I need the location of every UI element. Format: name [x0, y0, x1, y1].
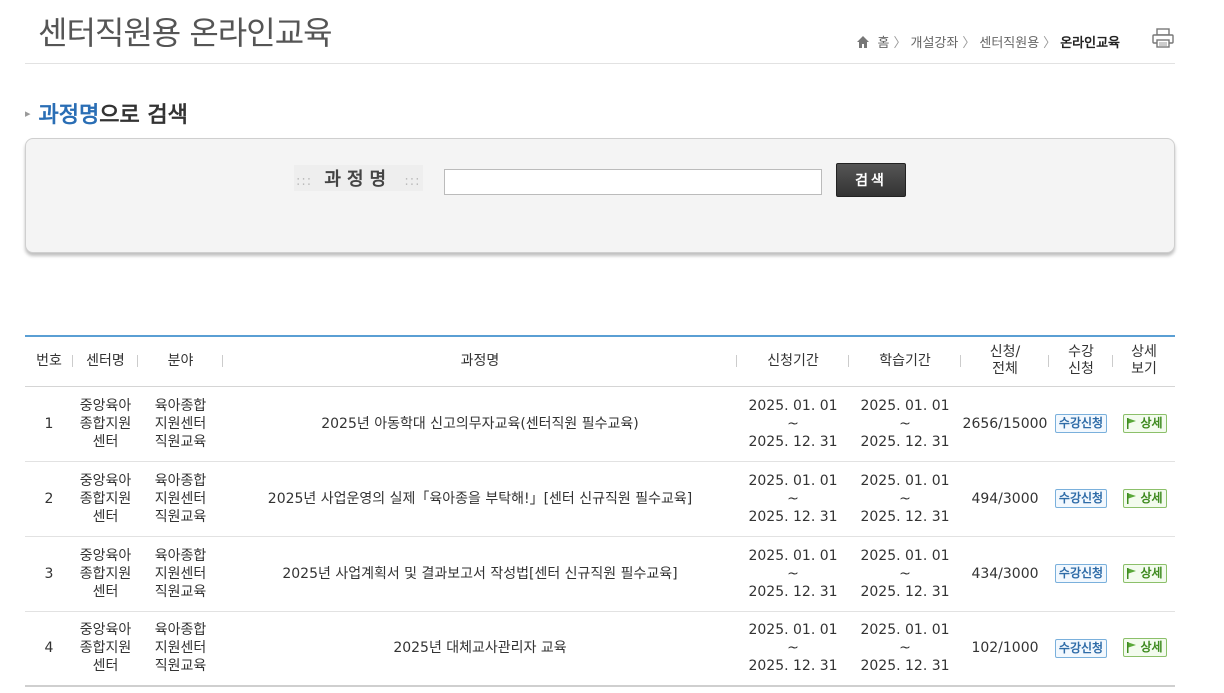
col-header-field: 분야 [138, 336, 223, 386]
search-button[interactable]: 검색 [836, 163, 906, 197]
cell-count: 2656/15000 [962, 415, 1048, 432]
cell-count: 102/1000 [971, 640, 1039, 657]
bullet-icon: ▸ [25, 106, 31, 120]
col-header-enroll: 수강 신청 [1049, 336, 1113, 386]
breadcrumb-item-current: 온라인교육 [1060, 36, 1120, 51]
detail-label: 상세 [1140, 640, 1163, 655]
cell-no: 3 [44, 565, 54, 582]
cell-study-period: 2025. 01. 01 ~2025. 12. 31 [860, 622, 950, 675]
cell-apply-period: 2025. 01. 01 ~2025. 12. 31 [748, 472, 838, 525]
enroll-button[interactable]: 수강신청 [1054, 564, 1108, 583]
cell-center: 중앙육아 종합지원 센터 [79, 547, 132, 600]
cell-course-title[interactable]: 2025년 대체교사관리자 교육 [223, 611, 737, 686]
cell-count: 434/3000 [971, 565, 1039, 582]
cell-apply-period: 2025. 01. 01 ~2025. 12. 31 [748, 547, 838, 600]
search-label: ::: 과정명 ::: [294, 165, 423, 191]
table-row: 1 중앙육아 종합지원 센터 육아종합 지원센터 직원교육 2025년 아동학대 신고의무자교… [25, 386, 1175, 461]
cell-study-period: 2025. 01. 01 ~2025. 12. 31 [860, 547, 950, 600]
detail-label: 상세 [1140, 415, 1163, 430]
breadcrumb-separator: 〉 [893, 36, 907, 51]
table-row: 4 중앙육아 종합지원 센터 육아종합 지원센터 직원교육 2025년 대체교사관리자 교육 2… [25, 611, 1175, 686]
cell-course-title[interactable]: 2025년 아동학대 신고의무자교육(센터직원 필수교육) [223, 386, 737, 461]
flag-icon [1127, 492, 1137, 504]
cell-enroll: 수강신청 [1049, 536, 1113, 611]
label-dots-right: ::: [404, 174, 421, 189]
flag-icon [1127, 642, 1137, 654]
col-header-apply-period: 신청기간 [737, 336, 849, 386]
course-search-input[interactable] [444, 169, 822, 195]
cell-detail: 상세 [1113, 461, 1175, 536]
cell-field: 육아종합 지원센터 직원교육 [154, 622, 207, 675]
cell-enroll: 수강신청 [1049, 386, 1113, 461]
table-header-row: 번호 센터명 분야 과정명 신청기간 학습기간 신청/전체 수강 신청 상세 보기 [25, 336, 1175, 386]
detail-button[interactable]: 상세 [1123, 413, 1167, 433]
col-header-detail: 상세 보기 [1131, 344, 1157, 378]
table-row: 3 중앙육아 종합지원 센터 육아종합 지원센터 직원교육 2025년 사업계획서 및 결과보… [25, 536, 1175, 611]
table-row: 2 중앙육아 종합지원 센터 육아종합 지원센터 직원교육 2025년 사업운영의 실제「육아… [25, 461, 1175, 536]
detail-label: 상세 [1140, 490, 1163, 505]
print-icon[interactable] [1152, 28, 1174, 48]
enroll-button[interactable]: 수강신청 [1054, 489, 1108, 508]
col-header-title: 과정명 [223, 336, 737, 386]
detail-button[interactable]: 상세 [1123, 563, 1167, 583]
cell-study-period: 2025. 01. 01 ~2025. 12. 31 [860, 472, 950, 525]
cell-detail: 상세 [1113, 386, 1175, 461]
heading-accent: 과정명 [38, 103, 100, 128]
cell-apply-period: 2025. 01. 01 ~2025. 12. 31 [748, 397, 838, 450]
breadcrumb-item-courses[interactable]: 개설강좌 [911, 32, 959, 51]
cell-apply-period: 2025. 01. 01 ~2025. 12. 31 [748, 622, 838, 675]
cell-study-period: 2025. 01. 01 ~2025. 12. 31 [860, 397, 950, 450]
cell-count: 494/3000 [971, 490, 1039, 507]
breadcrumb-item-home[interactable]: 홈 [878, 32, 890, 51]
home-icon[interactable] [856, 35, 870, 49]
cell-field: 육아종합 지원센터 직원교육 [154, 472, 207, 525]
detail-label: 상세 [1140, 565, 1163, 580]
page-title: 센터직원용 온라인교육 [38, 14, 333, 52]
enroll-button[interactable]: 수강신청 [1054, 414, 1108, 433]
search-section-heading: ▸ 과정명 으로 검색 [25, 97, 188, 129]
cell-center: 중앙육아 종합지원 센터 [79, 472, 132, 525]
detail-button[interactable]: 상세 [1123, 488, 1167, 508]
cell-enroll: 수강신청 [1049, 461, 1113, 536]
cell-enroll: 수강신청 [1049, 611, 1113, 686]
breadcrumb-separator: 〉 [1043, 36, 1057, 51]
cell-center: 중앙육아 종합지원 센터 [79, 622, 132, 675]
breadcrumb-item-staff[interactable]: 센터직원용 [979, 32, 1039, 51]
cell-course-title[interactable]: 2025년 사업운영의 실제「육아종을 부탁해!」[센터 신규직원 필수교육] [223, 461, 737, 536]
label-dots-left: ::: [296, 174, 313, 189]
breadcrumb: 홈 〉 개설강좌 〉 센터직원용 〉 온라인교육 [856, 32, 1164, 51]
col-header-study-period: 학습기간 [849, 336, 961, 386]
cell-no: 2 [44, 490, 54, 507]
cell-field: 육아종합 지원센터 직원교육 [154, 547, 207, 600]
cell-detail: 상세 [1113, 611, 1175, 686]
col-header-center: 센터명 [73, 336, 138, 386]
search-panel: ::: 과정명 ::: 검색 [25, 138, 1175, 253]
cell-field: 육아종합 지원센터 직원교육 [154, 397, 207, 450]
title-divider [25, 63, 1175, 64]
breadcrumb-separator: 〉 [962, 36, 976, 51]
enroll-button[interactable]: 수강신청 [1054, 638, 1108, 658]
col-header-no: 번호 [25, 336, 73, 386]
cell-course-title[interactable]: 2025년 사업계획서 및 결과보고서 작성법[센터 신규직원 필수교육] [223, 536, 737, 611]
course-table: 번호 센터명 분야 과정명 신청기간 학습기간 신청/전체 수강 신청 상세 보기 … [25, 335, 1175, 687]
detail-button[interactable]: 상세 [1123, 638, 1167, 658]
flag-icon [1127, 567, 1137, 579]
heading-rest: 으로 검색 [99, 103, 188, 128]
col-header-count: 신청/전체 [961, 336, 1049, 386]
cell-no: 4 [44, 640, 54, 657]
cell-detail: 상세 [1113, 536, 1175, 611]
label-text: 과정명 [324, 169, 393, 190]
cell-no: 1 [44, 415, 54, 432]
cell-center: 중앙육아 종합지원 센터 [79, 397, 132, 450]
flag-icon [1127, 417, 1137, 429]
